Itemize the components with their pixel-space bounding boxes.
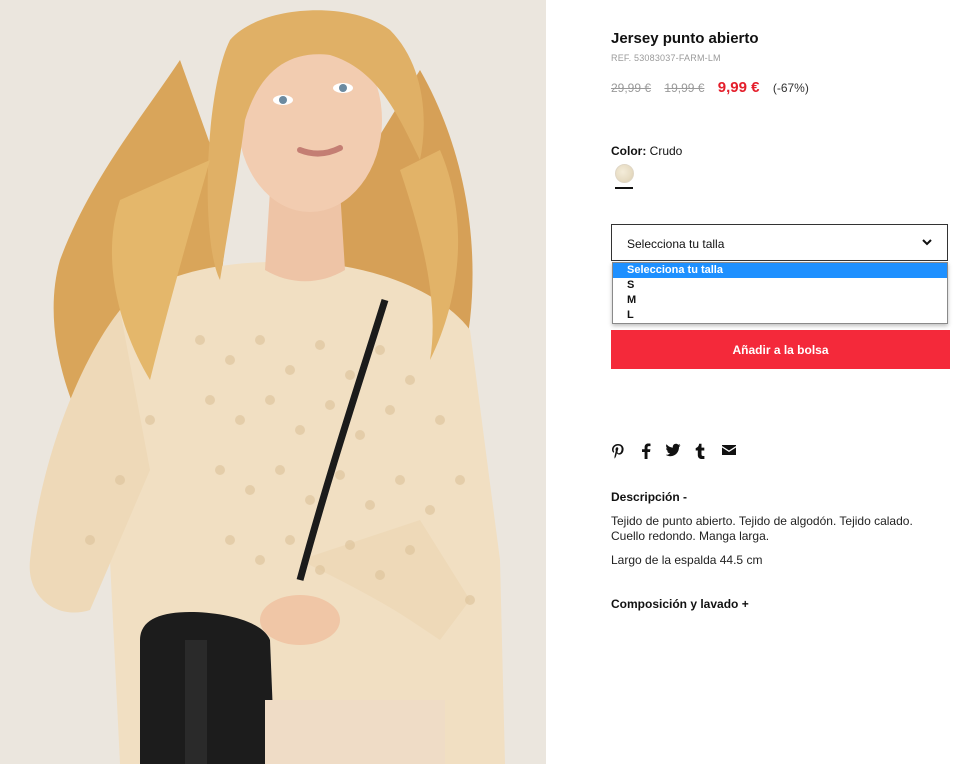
facebook-icon[interactable]: [641, 443, 657, 459]
chevron-down-icon: [922, 239, 932, 246]
price-row: 29,99 € 19,99 € 9,99 € (-67%): [611, 79, 809, 96]
size-select-value: Selecciona tu talla: [627, 237, 725, 251]
description-length: Largo de la espalda 44.5 cm: [611, 553, 763, 567]
add-to-bag-button[interactable]: Añadir a la bolsa: [611, 330, 950, 369]
previous-price: 19,99 €: [664, 81, 705, 95]
product-reference: REF. 53083037-FARM-LM: [611, 53, 721, 63]
composition-heading[interactable]: Composición y lavado +: [611, 597, 749, 611]
color-label: Color:: [611, 144, 647, 158]
size-option[interactable]: Selecciona tu talla: [613, 263, 947, 278]
sale-price: 9,99 €: [717, 79, 760, 96]
original-price: 29,99 €: [611, 81, 652, 95]
size-option[interactable]: M: [613, 293, 947, 308]
color-label-row: Color: Crudo: [611, 144, 682, 158]
description-text: Tejido de punto abierto. Tejido de algod…: [611, 514, 913, 543]
description-heading[interactable]: Descripción -: [611, 490, 687, 504]
twitter-icon[interactable]: [665, 443, 682, 459]
size-option[interactable]: S: [613, 278, 947, 293]
color-swatch-crudo[interactable]: [615, 164, 634, 183]
size-select[interactable]: Selecciona tu talla: [611, 224, 948, 261]
pinterest-icon[interactable]: [611, 443, 627, 459]
product-image: [0, 0, 546, 764]
color-value: Crudo: [649, 144, 683, 158]
size-option[interactable]: L: [613, 308, 947, 323]
email-icon[interactable]: [722, 443, 738, 459]
size-dropdown-list: Selecciona tu talla S M L: [612, 262, 948, 324]
swatch-selected-indicator: [615, 187, 633, 189]
product-title: Jersey punto abierto: [611, 30, 759, 47]
tumblr-icon[interactable]: [695, 443, 711, 459]
product-photo-illustration: [0, 0, 546, 764]
discount-badge: (-67%): [772, 81, 809, 95]
